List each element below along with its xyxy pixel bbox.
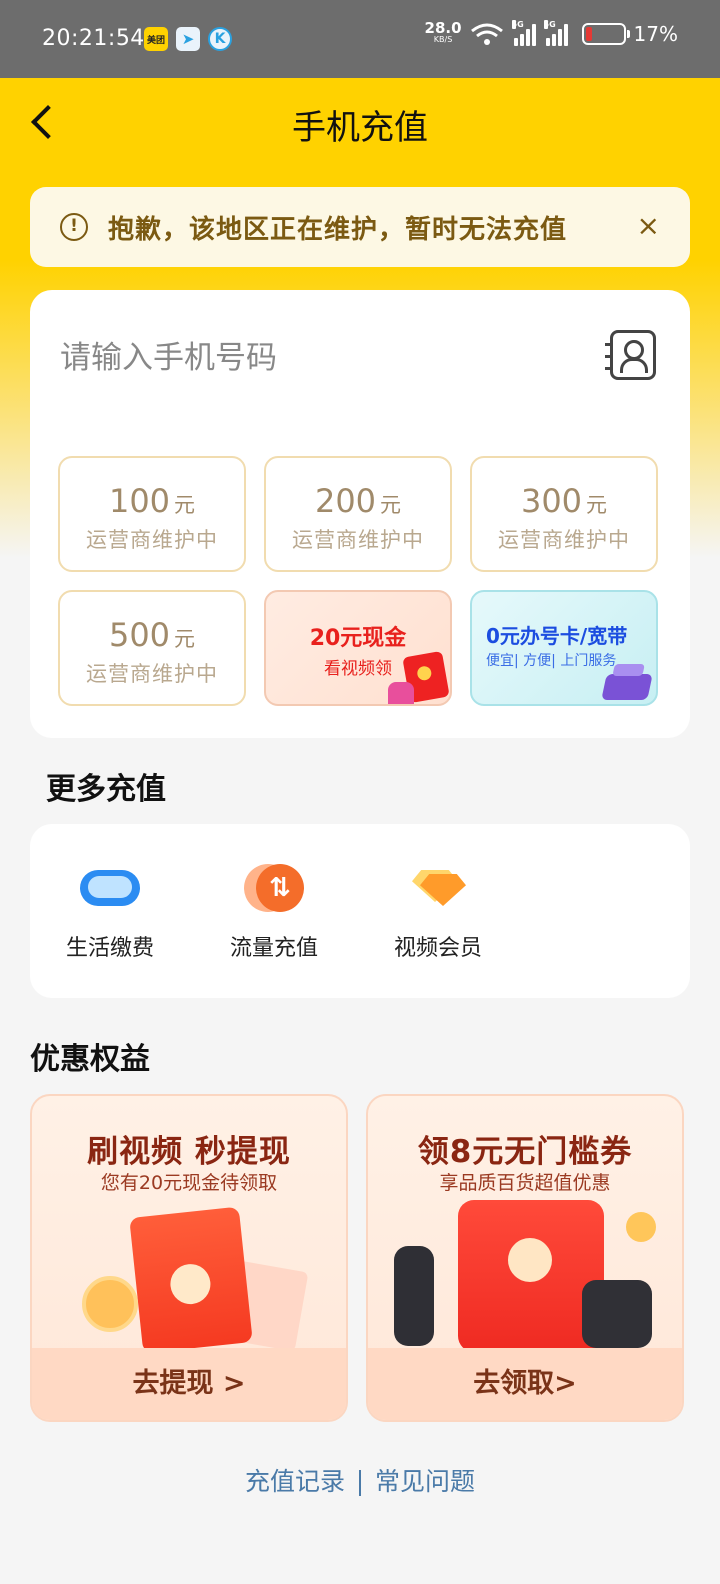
meituan-icon: 美团 [144, 27, 168, 51]
amount-option-200[interactable]: 200 元 运营商维护中 [264, 456, 452, 572]
more-recharge-card: 生活缴费 流量充值 视频会员 [30, 824, 690, 998]
service-video-vip[interactable]: 视频会员 [358, 860, 518, 962]
status-right: 28.0 KB/S 5G 5G 17% [424, 19, 678, 46]
benefit-card-coupon[interactable]: 领8元无门槛券 享品质百货超值优惠 去领取> [366, 1094, 684, 1422]
link-divider [359, 1470, 361, 1496]
contacts-icon[interactable] [605, 330, 656, 380]
page-header: 手机充值 [0, 78, 720, 168]
status-app-icons: 美团 ➤ K [144, 27, 232, 51]
earbuds-icon [582, 1280, 652, 1348]
amount-option-500[interactable]: 500 元 运营商维护中 [58, 590, 246, 706]
withdraw-button[interactable]: 去提现 > [32, 1348, 346, 1420]
signal-icon-2: 5G [543, 20, 568, 46]
warning-icon [60, 213, 88, 241]
battery-icon [581, 23, 630, 45]
wifi-icon [470, 22, 504, 46]
coin-icon [626, 1212, 656, 1242]
red-envelope-icon [129, 1206, 253, 1354]
phone-input[interactable]: 请输入手机号码 [60, 332, 277, 377]
claim-button[interactable]: 去领取> [368, 1348, 682, 1420]
promo-cash-video[interactable]: 20元现金 看视频领 [264, 590, 452, 706]
maintenance-notice: 抱歉，该地区正在维护，暂时无法充值 × [30, 187, 690, 267]
more-recharge-title: 更多充值 [46, 772, 166, 807]
footer-links: 充值记录 常见问题 [0, 1462, 720, 1498]
smartwatch-icon [394, 1246, 434, 1346]
amount-option-300[interactable]: 300 元 运营商维护中 [470, 456, 658, 572]
data-transfer-icon [242, 860, 306, 916]
k-app-icon: K [208, 27, 232, 51]
notice-text: 抱歉，该地区正在维护，暂时无法充值 [108, 214, 568, 245]
benefit-card-cash[interactable]: 刷视频 秒提现 您有20元现金待领取 去提现 > [30, 1094, 348, 1422]
coin-icon [82, 1276, 138, 1332]
service-data-recharge[interactable]: 流量充值 [194, 860, 354, 962]
recharge-records-link[interactable]: 充值记录 [245, 1467, 345, 1496]
video-icon [388, 682, 414, 704]
amount-option-100[interactable]: 100 元 运营商维护中 [58, 456, 246, 572]
diamond-icon [406, 860, 470, 916]
benefits-title: 优惠权益 [30, 1042, 150, 1077]
status-bar: 20:21:54 美团 ➤ K 28.0 KB/S 5G 5G 17% [0, 0, 720, 78]
page-title: 手机充值 [292, 108, 428, 148]
faq-link[interactable]: 常见问题 [375, 1467, 475, 1496]
battery-percent: 17% [633, 22, 678, 46]
network-speed: 28.0 KB/S [424, 19, 462, 45]
close-icon[interactable]: × [637, 209, 660, 242]
signal-icon: 5G [511, 20, 536, 46]
telegram-icon: ➤ [176, 27, 200, 51]
promo-sim-card[interactable]: 0元办号卡/宽带 便宜| 方便| 上门服务 [470, 590, 658, 706]
service-utility-bills[interactable]: 生活缴费 [30, 860, 190, 962]
status-time: 20:21:54 [42, 26, 145, 51]
cloud-icon [78, 860, 142, 916]
router-icon [601, 674, 653, 700]
recharge-card: 请输入手机号码 100 元 运营商维护中 200 元 运营商维护中 300 元 运营商… [30, 290, 690, 738]
